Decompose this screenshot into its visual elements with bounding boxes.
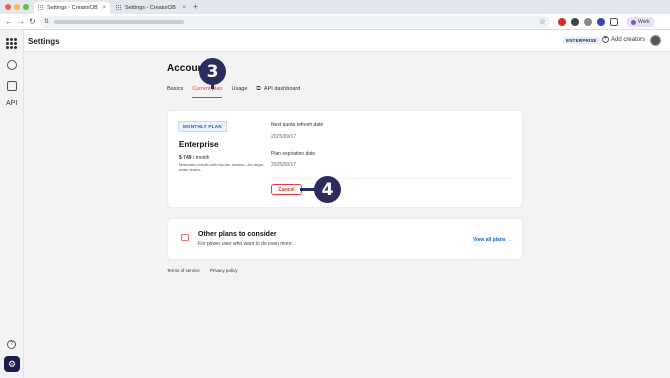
browser-toolbar: ← → ↻ ⇅ ☆ Work [0, 14, 670, 30]
creatordb-favicon-icon [38, 5, 44, 11]
other-plans-card: Other plans to consider For power user w… [168, 219, 522, 259]
globe-icon[interactable] [7, 60, 17, 70]
site-settings-icon[interactable]: ⇅ [44, 18, 49, 25]
plan-price-period: / month [191, 155, 210, 161]
plan-price: $ 749 / month [179, 155, 210, 161]
settings-icon[interactable]: ⚙ [4, 356, 20, 372]
add-creators-button[interactable]: + Add creators [602, 36, 645, 43]
browser-tab-2[interactable]: Settings - CreatorDB × [112, 2, 190, 14]
extension-icon[interactable] [571, 18, 579, 26]
extension-icon[interactable] [558, 18, 566, 26]
plans-icon [181, 234, 189, 241]
other-plans-heading: Other plans to consider [198, 231, 277, 238]
reload-icon[interactable]: ↻ [29, 17, 36, 26]
privacy-link[interactable]: Privacy policy [210, 268, 238, 273]
tab-current-plan[interactable]: Current plan [192, 86, 223, 98]
window-controls[interactable] [5, 4, 29, 10]
puzzle-extensions-icon[interactable] [610, 18, 618, 26]
refresh-date-value: 2025/09/17 [271, 134, 297, 140]
expiration-date-label: Plan expiration date [271, 151, 316, 157]
cancel-plan-button[interactable]: Cancel [271, 184, 302, 195]
divider [271, 178, 512, 179]
browser-tab-label: Settings - CreatorDB [47, 5, 98, 11]
app-menu-icon[interactable] [6, 38, 17, 49]
maximize-window-icon[interactable] [23, 4, 29, 10]
extension-icon[interactable] [597, 18, 605, 26]
help-icon[interactable]: ? [7, 340, 16, 349]
minimize-window-icon[interactable] [14, 4, 20, 10]
account-tabs: Basics Current plan Usage ⧉ API dashboar… [167, 86, 309, 98]
other-plans-subtext: For power user who want to do even more. [198, 241, 294, 247]
folder-icon[interactable] [7, 81, 17, 91]
expiration-date-value: 2025/09/17 [271, 162, 297, 168]
app-header: Settings ENTERPRISE + Add creators [24, 30, 670, 52]
creatordb-favicon-icon [116, 5, 122, 11]
enterprise-badge: ENTERPRISE [563, 37, 600, 44]
back-icon[interactable]: ← [5, 17, 13, 26]
add-creators-label: Add creators [611, 36, 646, 43]
profile-button[interactable]: Work [626, 17, 655, 27]
tab-api-dashboard[interactable]: ⧉ API dashboard [256, 86, 300, 98]
app-sidebar: API ? ⚙ [0, 30, 24, 378]
current-plan-card: MONTHLY PLAN Enterprise $ 749 / month Ma… [168, 111, 522, 207]
user-avatar[interactable] [650, 35, 661, 46]
extension-icon[interactable] [584, 18, 592, 26]
view-all-plans-link[interactable]: View all plans → [473, 237, 512, 243]
page-header-title: Settings [28, 37, 60, 46]
close-tab-icon[interactable]: × [182, 5, 186, 11]
profile-avatar-icon [631, 19, 636, 25]
browser-tab-1[interactable]: Settings - CreatorDB × [34, 2, 110, 14]
profile-label: Work [638, 19, 650, 25]
step-3-marker: 3 [199, 58, 226, 85]
terms-link[interactable]: Terms of service [167, 268, 200, 273]
blurred-url [54, 20, 184, 24]
add-icon: + [602, 36, 609, 43]
forward-icon[interactable]: → [17, 17, 25, 26]
sidebar-item-api[interactable]: API [6, 100, 17, 107]
plan-type-badge: MONTHLY PLAN [178, 121, 227, 132]
plan-name: Enterprise [179, 140, 219, 149]
new-tab-button[interactable]: + [193, 2, 198, 11]
tab-usage[interactable]: Usage [231, 86, 247, 98]
browser-tab-label: Settings - CreatorDB [125, 5, 176, 11]
plan-description: Maximize results with top-tier access—fo… [179, 162, 265, 172]
plan-price-amount: $ 749 [179, 155, 192, 161]
address-bar[interactable]: ⇅ ☆ [40, 16, 550, 28]
step-4-marker: 4 [314, 176, 341, 203]
tab-api-dashboard-label: API dashboard [263, 86, 301, 92]
bookmark-star-icon[interactable]: ☆ [539, 17, 546, 26]
close-tab-icon[interactable]: × [102, 5, 106, 11]
refresh-date-label: Next quota refresh date [271, 122, 324, 128]
close-window-icon[interactable] [5, 4, 11, 10]
browser-tab-bar: Settings - CreatorDB × Settings - Creato… [0, 0, 670, 14]
external-link-icon: ⧉ [256, 86, 261, 92]
tab-basics[interactable]: Basics [167, 86, 183, 98]
